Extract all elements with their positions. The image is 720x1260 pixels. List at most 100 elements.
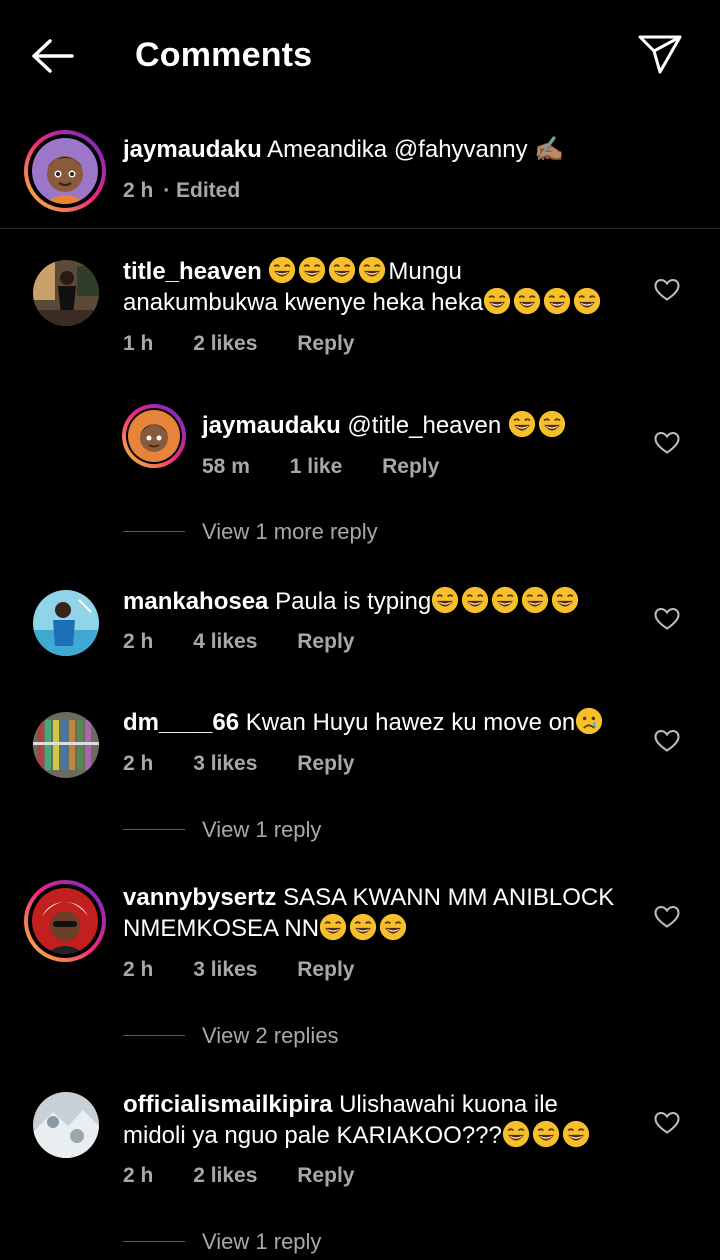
laughing-emoji: [358, 256, 386, 284]
avatar[interactable]: [33, 590, 99, 656]
caption-username[interactable]: jaymaudaku: [123, 136, 262, 163]
avatar[interactable]: [33, 712, 99, 778]
likes-count[interactable]: 3 likes: [193, 958, 257, 981]
heart-icon[interactable]: [654, 1111, 680, 1135]
view-replies-button[interactable]: View 2 replies: [202, 1023, 339, 1049]
caption-text: jaymaudaku Ameandika @fahyvanny ✍🏽: [123, 134, 564, 165]
laughing-emoji: [543, 287, 571, 315]
photo-avatar-icon: [33, 1092, 99, 1158]
comment-text: jaymaudaku @title_heaven: [202, 410, 568, 441]
comment-body: Ulishawahi kuona ile: [339, 1091, 558, 1118]
likes-count[interactable]: 4 likes: [193, 630, 257, 653]
comment-time: 58 m: [202, 455, 250, 478]
comment-time: 1 h: [123, 332, 154, 355]
heart-icon[interactable]: [654, 729, 680, 753]
comment-body-cont: anakumbukwa kwenye heka heka: [123, 289, 484, 316]
post-caption: jaymaudaku Ameandika @fahyvanny ✍🏽 2 h ·…: [0, 124, 720, 226]
laughing-emoji: [513, 287, 541, 315]
comment-time: 2 h: [123, 958, 154, 981]
caption-meta: 2 h · Edited: [123, 179, 274, 203]
reply-button[interactable]: Reply: [297, 630, 354, 653]
view-replies-button[interactable]: View 1 reply: [202, 817, 321, 843]
send-icon[interactable]: [636, 32, 684, 76]
photo-avatar-icon: [33, 260, 99, 326]
comment-meta: 2 h 2 likes Reply: [123, 1164, 388, 1188]
avatar[interactable]: [32, 888, 98, 954]
comment-time: 2 h: [123, 630, 154, 653]
reply-button[interactable]: Reply: [297, 1164, 354, 1187]
laughing-emoji: [298, 256, 326, 284]
laughing-emoji: [573, 287, 601, 315]
comment-username[interactable]: vannybysertz: [123, 884, 276, 911]
page-title: Comments: [135, 36, 313, 74]
laughing-emoji: [319, 913, 347, 941]
laughing-emoji: [551, 586, 579, 614]
story-ring[interactable]: [24, 880, 106, 962]
comment-text: mankahosea Paula is typing: [123, 586, 581, 617]
photo-avatar-icon: [33, 712, 99, 778]
comment-text: title_heaven Mungu anakumbukwa kwenye he…: [123, 256, 643, 318]
view-replies-line: [123, 531, 185, 532]
heart-icon[interactable]: [654, 278, 680, 302]
laughing-emoji: [483, 287, 511, 315]
comment-username[interactable]: jaymaudaku: [202, 412, 341, 439]
avatar[interactable]: [128, 410, 180, 462]
comment-body: Mungu: [388, 258, 462, 285]
likes-count[interactable]: 2 likes: [193, 332, 257, 355]
laughing-emoji: [508, 410, 536, 438]
comment-text: dm____66 Kwan Huyu hawez ku move on: [123, 707, 605, 738]
likes-count[interactable]: 3 likes: [193, 752, 257, 775]
comment-meta: 2 h 3 likes Reply: [123, 752, 388, 776]
comment-body: Paula is typing: [275, 588, 432, 615]
heart-icon[interactable]: [654, 431, 680, 455]
laughing-emoji: [349, 913, 377, 941]
view-replies-line: [123, 1035, 185, 1036]
memoji-avatar-icon: [32, 138, 98, 204]
reply-button[interactable]: Reply: [297, 958, 354, 981]
comment-time: 2 h: [123, 752, 154, 775]
comment-text: vannybysertz SASA KWANN MM ANIBLOCK NMEM…: [123, 882, 614, 944]
avatar[interactable]: [33, 1092, 99, 1158]
comment-username[interactable]: title_heaven: [123, 258, 262, 285]
story-ring[interactable]: [24, 130, 106, 212]
comment-meta: 2 h 4 likes Reply: [123, 630, 388, 654]
laughing-emoji: [521, 586, 549, 614]
laughing-emoji: [491, 586, 519, 614]
laughing-emoji: [461, 586, 489, 614]
avatar[interactable]: [32, 138, 98, 204]
reply-button[interactable]: Reply: [297, 752, 354, 775]
view-replies-line: [123, 1241, 185, 1242]
back-arrow-icon[interactable]: [28, 34, 76, 78]
caption-edited: · Edited: [163, 179, 241, 202]
caption-time: 2 h: [123, 179, 154, 202]
reply-button[interactable]: Reply: [382, 455, 439, 478]
comment-body: Kwan Huyu hawez ku move on: [245, 709, 576, 736]
laughing-emoji: [379, 913, 407, 941]
laughing-emoji: [538, 410, 566, 438]
comment-body: @title_heaven: [347, 412, 502, 439]
memoji-avatar-icon: [128, 410, 180, 462]
comment-body-cont: midoli ya nguo pale KARIAKOO???: [123, 1122, 502, 1149]
comment-meta: 2 h 3 likes Reply: [123, 958, 388, 982]
comment-username[interactable]: mankahosea: [123, 588, 268, 615]
photo-avatar-icon: [33, 590, 99, 656]
comment-text: officialismailkipira Ulishawahi kuona il…: [123, 1089, 592, 1151]
laughing-emoji: [532, 1120, 560, 1148]
avatar[interactable]: [33, 260, 99, 326]
likes-count[interactable]: 1 like: [290, 455, 343, 478]
story-ring[interactable]: [122, 404, 186, 468]
view-replies-button[interactable]: View 1 reply: [202, 1229, 321, 1255]
comment-username[interactable]: dm____66: [123, 709, 239, 736]
comment-body: SASA KWANN MM ANIBLOCK: [283, 884, 615, 911]
laughing-emoji: [328, 256, 356, 284]
laughing-emoji: [502, 1120, 530, 1148]
top-bar: Comments: [0, 0, 720, 112]
heart-icon[interactable]: [654, 905, 680, 929]
comment-username[interactable]: officialismailkipira: [123, 1091, 332, 1118]
view-replies-button[interactable]: View 1 more reply: [202, 519, 378, 545]
likes-count[interactable]: 2 likes: [193, 1164, 257, 1187]
heart-icon[interactable]: [654, 607, 680, 631]
reply-button[interactable]: Reply: [297, 332, 354, 355]
comment-time: 2 h: [123, 1164, 154, 1187]
view-replies-line: [123, 829, 185, 830]
